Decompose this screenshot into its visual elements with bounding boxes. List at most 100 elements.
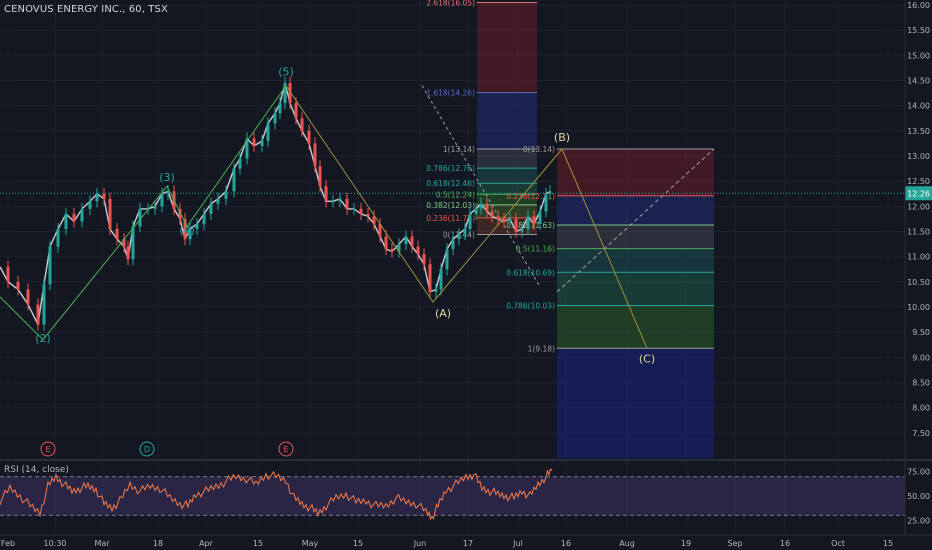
fib-zone [557, 148, 714, 196]
price-tick-label: 10.00 [907, 303, 930, 312]
time-tick-label: Jul [512, 539, 523, 548]
candle-body [115, 229, 119, 240]
price-tick-label: 8.00 [912, 404, 930, 413]
candle-body [6, 266, 10, 282]
fib-level-label: 0.786(10.03) [506, 302, 555, 311]
price-tick-label: 9.00 [912, 353, 930, 362]
fib-zone [557, 272, 714, 306]
fib-zone [477, 2, 537, 93]
fib-zone [477, 168, 537, 184]
time-tick-label: 17 [463, 539, 473, 548]
candle-body [95, 193, 99, 202]
candle-body [307, 130, 311, 144]
candle-body [126, 246, 130, 260]
candle-body [278, 103, 282, 114]
candle-body [526, 216, 530, 229]
candle-body [538, 211, 542, 224]
candle-body [544, 193, 548, 212]
time-tick-label: 19 [681, 539, 691, 548]
candle-body [232, 168, 236, 192]
price-tick-label: 13.50 [907, 127, 930, 136]
rsi-tick-label: 75.00 [907, 468, 930, 477]
time-tick-label: Sep [727, 539, 742, 548]
candle-body [468, 213, 472, 229]
candle-body [390, 249, 394, 252]
price-tick-label: 10.50 [907, 278, 930, 287]
candle-body [490, 211, 494, 217]
axes: 16.00 15.50 15.00 14.50 14.00 13.50 13.00 12.50… [0, 0, 932, 548]
candle-body [300, 118, 304, 131]
rsi-title[interactable]: RSI (14, close) [4, 465, 69, 475]
candle-body [366, 213, 370, 217]
price-tick-label: 8.50 [912, 379, 930, 388]
fib-level-label: 1.618(14.26) [426, 89, 475, 98]
candle-body [48, 246, 52, 285]
candle-body [496, 216, 500, 219]
candle-body [64, 213, 68, 229]
chart-canvas[interactable]: 2.618(16.05)1.618(14.26)1(13.14)0.786(12… [0, 0, 932, 550]
candle-body [324, 186, 328, 202]
fib-zone [557, 248, 714, 273]
candle-body [266, 123, 270, 141]
event-marker-label: E [45, 445, 50, 454]
candle-body [131, 226, 135, 260]
fib-level-label: 0.618(12.46) [426, 179, 475, 188]
wave-label: (4) [179, 224, 195, 237]
candle-body [439, 269, 443, 290]
grid [0, 0, 905, 530]
candle-body [485, 203, 489, 212]
candle-body [108, 198, 112, 229]
candle-body [422, 254, 426, 265]
rsi-pane[interactable]: 75.00 50.00 25.00 [0, 468, 930, 526]
fib-zone [557, 224, 714, 249]
time-tick-label: Mar [94, 539, 110, 548]
candle-body [416, 246, 420, 255]
price-tick-label: 11.00 [907, 253, 930, 262]
price-tick-label: 12.50 [907, 177, 930, 186]
candle-body [238, 158, 242, 169]
wave-label: (5) [278, 65, 294, 78]
price-tick-label: 7.50 [912, 429, 930, 438]
time-tick-label: Feb [1, 539, 15, 548]
price-tick-label: 13.00 [907, 152, 930, 161]
price-tick-label: 16.00 [907, 1, 930, 10]
price-tick-label: 14.50 [907, 77, 930, 86]
candle-body [56, 229, 60, 247]
fib-zone [557, 348, 714, 458]
rsi-band [0, 476, 905, 516]
rsi-tick-label: 25.00 [907, 516, 930, 525]
symbol-title[interactable]: CENOVUS ENERGY INC., 60, TSX [4, 4, 168, 15]
fib-level-label: 2.618(16.05) [426, 0, 475, 8]
event-marker-label: D [144, 445, 150, 454]
fib-level-label: 0.618(10.69) [506, 268, 555, 277]
candle-body [463, 229, 467, 235]
candle-body [457, 234, 461, 240]
time-tick-label: 15 [883, 539, 893, 548]
rsi-tick-label: 50.00 [907, 492, 930, 501]
price-tick-label: 15.50 [907, 26, 930, 35]
fib-level-label: 0.5(11.16) [516, 245, 555, 254]
wave-label: (2) [35, 332, 51, 345]
candle-body [26, 289, 30, 305]
candle-body [160, 193, 164, 207]
candle-body [338, 198, 342, 202]
candle-body [352, 208, 356, 210]
candle-body [434, 289, 438, 292]
time-tick-label: 18 [153, 539, 163, 548]
event-markers[interactable]: EDE [40, 441, 294, 457]
candle-body [102, 193, 106, 199]
candle-body [514, 218, 518, 232]
price-tick-label: 14.00 [907, 102, 930, 111]
candle-body [359, 208, 363, 214]
candle-body [445, 249, 449, 270]
candle-body [216, 198, 220, 204]
candle-body [331, 201, 335, 203]
wave-label: (B) [554, 131, 570, 144]
time-tick-label: Jun [413, 539, 427, 548]
candle-body [345, 198, 349, 209]
candle-body [410, 236, 414, 247]
candle-body [36, 304, 40, 325]
time-tick-label: 16 [561, 539, 571, 548]
time-tick-label: Aug [619, 539, 635, 548]
time-tick-label: 16 [780, 539, 790, 548]
